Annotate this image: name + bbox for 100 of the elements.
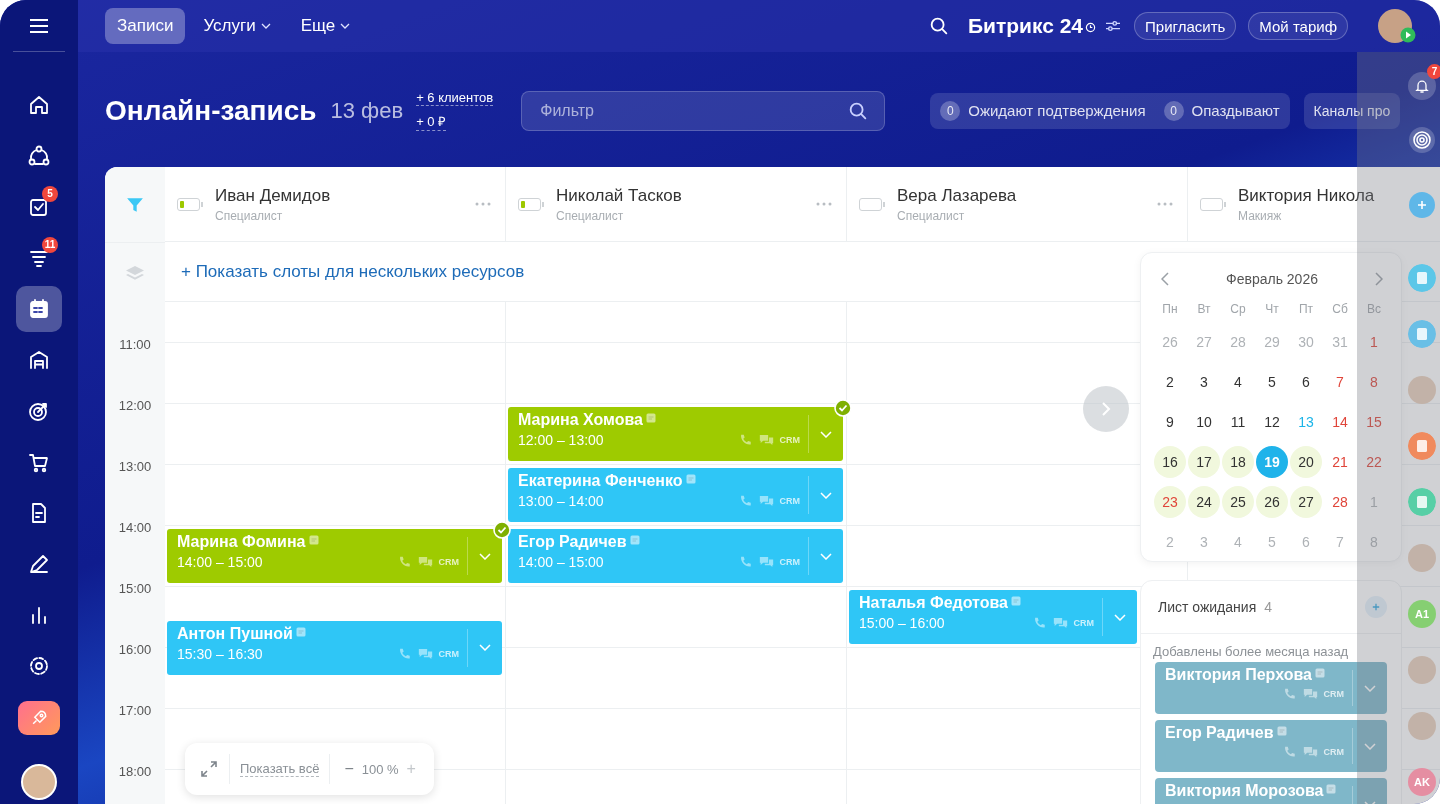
appointment-card[interactable]: Антон Пушной 15:30 – 16:30 CRM xyxy=(167,620,502,675)
calendar-day[interactable]: 6 xyxy=(1290,526,1322,558)
time-label: 15:00 xyxy=(118,581,152,596)
calendar-day[interactable]: 26 xyxy=(1154,326,1186,358)
calendar-day[interactable]: 31 xyxy=(1324,326,1356,358)
calendar-day[interactable]: 7 xyxy=(1324,526,1356,558)
calendar-day[interactable]: 24 xyxy=(1188,486,1220,518)
calendar-day[interactable]: 3 xyxy=(1188,526,1220,558)
appointment-card[interactable]: Марина Фомина 14:00 – 15:00 CRM xyxy=(167,529,502,583)
calendar-day[interactable]: 30 xyxy=(1290,326,1322,358)
calendar-day[interactable]: 9 xyxy=(1154,406,1186,438)
calendar-day[interactable]: 2 xyxy=(1154,526,1186,558)
nav-tab[interactable]: Записи xyxy=(105,8,186,44)
time-label: 11:00 xyxy=(119,337,151,352)
more-icon[interactable] xyxy=(816,202,832,206)
zoom-out-button[interactable]: − xyxy=(340,760,358,778)
time-range: 12:00 – 13:00 xyxy=(518,432,604,448)
sidebar-item[interactable]: 5 xyxy=(16,184,62,230)
calendar-day[interactable]: 15 xyxy=(1358,406,1390,438)
appointment-card[interactable]: Марина Хомова 12:00 – 13:00 CRM xyxy=(508,407,843,461)
filter-icon[interactable] xyxy=(126,195,144,214)
chevron-down-icon[interactable] xyxy=(1364,742,1376,750)
note-icon xyxy=(308,535,319,545)
calendar-day[interactable]: 10 xyxy=(1188,406,1220,438)
more-icon[interactable] xyxy=(475,202,491,206)
calendar-day[interactable]: 4 xyxy=(1222,366,1254,398)
calendar-day[interactable]: 23 xyxy=(1154,486,1186,518)
calendar-day[interactable]: 28 xyxy=(1222,326,1254,358)
calendar-day[interactable]: 11 xyxy=(1222,406,1254,438)
calendar-day[interactable]: 21 xyxy=(1324,446,1356,478)
waitlist-card[interactable]: Виктория Перхова CRM xyxy=(1155,662,1387,714)
waitlist-card[interactable]: Егор Радичев CRM xyxy=(1155,720,1387,772)
nav-tab[interactable]: Услуги xyxy=(191,8,283,44)
top-button[interactable]: Пригласить xyxy=(1134,12,1237,40)
calendar-day[interactable]: 22 xyxy=(1358,446,1390,478)
sidebar-item[interactable]: 11 xyxy=(16,235,62,281)
appointment-card[interactable]: Егор Радичев 14:00 – 15:00 CRM xyxy=(508,529,843,583)
crm-label: CRM xyxy=(779,435,800,445)
calendar-day[interactable]: 26 xyxy=(1256,486,1288,518)
calendar-day[interactable]: 19 xyxy=(1256,446,1288,478)
client-name: Виктория Морозова xyxy=(1165,782,1324,800)
calendar-day[interactable]: 13 xyxy=(1290,406,1322,438)
calendar-day[interactable]: 4 xyxy=(1222,526,1254,558)
next-month-icon[interactable] xyxy=(1375,272,1383,286)
add-button[interactable] xyxy=(1365,596,1387,618)
sliders-icon[interactable] xyxy=(1104,19,1122,33)
show-all-link[interactable]: Показать всё xyxy=(240,761,320,777)
chevron-down-icon[interactable] xyxy=(820,430,832,438)
sidebar-item[interactable] xyxy=(16,286,62,332)
layers-icon[interactable] xyxy=(125,264,145,281)
calendar-day[interactable]: 20 xyxy=(1290,446,1322,478)
summary-link[interactable]: + 6 клиентов xyxy=(416,90,494,106)
chevron-down-icon[interactable] xyxy=(1364,684,1376,692)
status-filter[interactable]: 0 Опаздывают xyxy=(1163,100,1280,121)
menu-icon[interactable] xyxy=(29,18,49,33)
calendar-day[interactable]: 25 xyxy=(1222,486,1254,518)
calendar-day[interactable]: 18 xyxy=(1222,446,1254,478)
weekday-label: Вт xyxy=(1196,301,1212,318)
rocket-button[interactable] xyxy=(18,701,60,735)
summary-link[interactable]: + 0 ₽ xyxy=(416,112,447,131)
show-slots-link[interactable]: + Показать слоты для нескольких ресурсов xyxy=(181,261,525,282)
count-badge: 0 xyxy=(940,100,961,121)
calendar-day[interactable]: 1 xyxy=(1358,326,1390,358)
crm-label: CRM xyxy=(438,648,459,659)
waitlist-card[interactable]: Виктория Морозова xyxy=(1155,778,1387,804)
calendar-day[interactable]: 27 xyxy=(1290,486,1322,518)
expand-icon[interactable] xyxy=(199,759,219,779)
previous-month-icon[interactable] xyxy=(1161,272,1169,286)
calendar-day[interactable]: 28 xyxy=(1324,486,1356,518)
calendar-day[interactable]: 12 xyxy=(1256,406,1288,438)
chevron-down-icon[interactable] xyxy=(1114,613,1126,621)
calendar-day[interactable]: 17 xyxy=(1188,446,1220,478)
calendar-day[interactable]: 2 xyxy=(1154,366,1186,398)
calendar-day[interactable]: 29 xyxy=(1256,326,1288,358)
appointment-card[interactable]: Екатерина Фенченко 13:00 – 14:00 CRM xyxy=(508,468,843,522)
chevron-down-icon[interactable] xyxy=(820,552,832,560)
note-icon xyxy=(295,626,306,637)
calendar-day[interactable]: 6 xyxy=(1290,366,1322,398)
more-icon[interactable] xyxy=(1157,202,1173,206)
appointment-card[interactable]: Наталья Федотова 15:00 – 16:00 CRM xyxy=(849,590,1137,644)
zoom-level: 100 % xyxy=(361,761,399,777)
chevron-down-icon[interactable] xyxy=(479,552,491,560)
nav-tab[interactable]: Еще xyxy=(288,8,363,44)
calendar-day[interactable]: 5 xyxy=(1256,526,1288,558)
next-button[interactable] xyxy=(1083,386,1129,432)
time-label: 18:00 xyxy=(118,764,152,779)
chevron-down-icon[interactable] xyxy=(820,491,832,499)
calendar-day[interactable]: 5 xyxy=(1256,366,1288,398)
calendar-day[interactable]: 8 xyxy=(1358,366,1390,398)
calendar-day[interactable]: 3 xyxy=(1188,366,1220,398)
top-button[interactable]: Мой тариф xyxy=(1248,12,1348,40)
calendar-day[interactable]: 16 xyxy=(1154,446,1186,478)
plus-icon xyxy=(1372,603,1380,611)
count-badge: 5 xyxy=(42,186,58,202)
calendar-day[interactable]: 14 xyxy=(1324,406,1356,438)
calendar-day[interactable]: 27 xyxy=(1188,326,1220,358)
status-filter[interactable]: 0 Ожидают подтверждения xyxy=(940,100,1146,121)
calendar-day[interactable]: 7 xyxy=(1324,366,1356,398)
chevron-down-icon[interactable] xyxy=(479,644,491,651)
user-avatar[interactable] xyxy=(21,764,57,800)
